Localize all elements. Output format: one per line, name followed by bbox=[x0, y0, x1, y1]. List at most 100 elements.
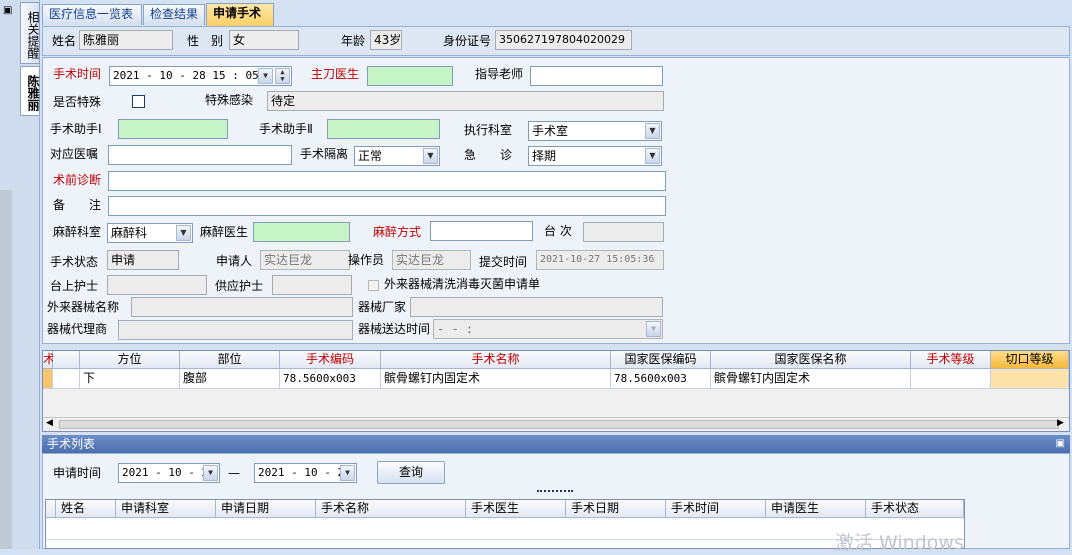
remark-label: 备 注 bbox=[53, 198, 102, 212]
anes-doc-field[interactable] bbox=[253, 222, 350, 242]
grid-header: 切口等级 bbox=[991, 351, 1069, 369]
assist2-label: 手术助手Ⅱ bbox=[259, 122, 313, 136]
diagnosis-field[interactable] bbox=[108, 171, 666, 191]
chevron-down-icon[interactable]: ▼ bbox=[258, 68, 273, 84]
isolation-label: 手术隔离 bbox=[300, 147, 349, 161]
chevron-down-icon: ▼ bbox=[646, 321, 661, 337]
assist2-field[interactable] bbox=[327, 119, 440, 139]
surgery-time-picker[interactable]: 2021 - 10 - 28 15 : 05 ▼ ▲ ▼ bbox=[109, 66, 292, 86]
diagnosis-label: 术前诊断 bbox=[53, 173, 102, 187]
list-header: 手术日期 bbox=[566, 500, 666, 518]
grid-cell[interactable]: 髌骨螺钉内固定术 bbox=[711, 369, 911, 389]
query-button[interactable]: 查询 bbox=[377, 461, 445, 484]
tab-medical-info[interactable]: 医疗信息一览表 bbox=[42, 4, 142, 25]
order-label: 对应医嘱 bbox=[50, 147, 99, 161]
patient-header: 姓名 陈雅丽 性 别 女 年龄 43岁 身份证号 350627197804020… bbox=[42, 26, 1070, 56]
from-date-picker[interactable]: 2021 - 10 - 20 ▼ bbox=[118, 463, 220, 483]
grid-empty-area bbox=[43, 389, 1069, 417]
grid-cell[interactable]: 腹部 bbox=[180, 369, 280, 389]
agent-label: 器械代理商 bbox=[47, 322, 108, 336]
status-field: 申请 bbox=[107, 250, 179, 270]
applicant-label: 申请人 bbox=[216, 254, 253, 268]
order-field[interactable] bbox=[108, 145, 292, 165]
left-sidebar: ▣ 相关提醒 陈雅丽 bbox=[0, 0, 40, 549]
anes-doc-label: 麻醉医生 bbox=[200, 225, 249, 239]
scroll-left-icon[interactable]: ◀ bbox=[46, 418, 53, 428]
to-date-picker[interactable]: 2021 - 10 - 27 ▼ bbox=[254, 463, 357, 483]
chevron-down-icon[interactable]: ▼ bbox=[340, 465, 355, 481]
applicant-field: 实达巨龙 bbox=[260, 250, 350, 270]
from-date-value: 2021 - 10 - 20 bbox=[122, 466, 215, 479]
date-separator: — bbox=[228, 466, 240, 480]
grid-cell[interactable]: 78.5600x003 bbox=[280, 369, 381, 389]
urgent-label: 急 诊 bbox=[464, 148, 513, 162]
row-indicator[interactable] bbox=[43, 369, 53, 389]
gender-field: 女 bbox=[229, 30, 299, 50]
grid-header: 方位 bbox=[80, 351, 180, 369]
urgent-select[interactable]: 择期 ▼ bbox=[528, 146, 662, 166]
tab-apply-surgery[interactable]: 申请手术 bbox=[206, 3, 274, 26]
delivery-picker: - - : ▼ bbox=[433, 319, 663, 339]
splitter-handle[interactable] bbox=[537, 490, 573, 493]
list-empty-row bbox=[46, 518, 964, 540]
infection-field: 待定 bbox=[267, 91, 664, 111]
surgeon-field[interactable] bbox=[367, 66, 453, 86]
isolation-select[interactable]: 正常 ▼ bbox=[354, 146, 440, 166]
grid-header: 部位 bbox=[180, 351, 280, 369]
chevron-down-icon[interactable]: ▼ bbox=[645, 148, 660, 164]
grid-cell[interactable]: 78.5600x003 bbox=[611, 369, 711, 389]
table-nurse-label: 台上护士 bbox=[50, 279, 99, 293]
external-clean-label: 外来器械清洗消毒灭菌申请单 bbox=[384, 277, 541, 291]
tab-exam-results[interactable]: 检查结果 bbox=[143, 4, 205, 25]
mentor-field[interactable] bbox=[530, 66, 663, 86]
external-clean-checkbox[interactable] bbox=[368, 280, 379, 291]
list-header: 申请科室 bbox=[116, 500, 216, 518]
submit-field: 2021-10-27 15:05:36 bbox=[536, 250, 664, 270]
grid-cell[interactable] bbox=[991, 369, 1069, 389]
surgery-grid: 术 方位 部位 手术编码 手术名称 国家医保编码 国家医保名称 手术等级 切口等… bbox=[42, 350, 1070, 432]
infection-label: 特殊感染 bbox=[205, 93, 254, 107]
list-header: 手术时间 bbox=[666, 500, 766, 518]
anes-method-label: 麻醉方式 bbox=[373, 225, 422, 239]
anes-dept-select[interactable]: 麻醉科 ▼ bbox=[107, 223, 193, 243]
anes-method-field[interactable] bbox=[430, 221, 533, 241]
special-checkbox[interactable] bbox=[132, 95, 145, 108]
id-field: 350627197804020029 bbox=[495, 30, 632, 50]
scroll-right-icon[interactable]: ▶ bbox=[1057, 418, 1064, 428]
surgery-time-label: 手术时间 bbox=[53, 67, 102, 81]
list-header bbox=[46, 500, 56, 518]
dept-select[interactable]: 手术室 ▼ bbox=[528, 121, 662, 141]
to-date-value: 2021 - 10 - 27 bbox=[258, 466, 351, 479]
h-scrollbar[interactable]: ◀ ▶ bbox=[43, 417, 1069, 431]
grid-cell[interactable] bbox=[911, 369, 991, 389]
supply-nurse-field bbox=[272, 275, 352, 295]
assist1-field[interactable] bbox=[118, 119, 228, 139]
id-label: 身份证号 bbox=[443, 34, 492, 48]
operator-field: 实达巨龙 bbox=[392, 250, 471, 270]
spin-icon[interactable]: ▲ ▼ bbox=[275, 68, 290, 84]
grid-header: 手术名称 bbox=[381, 351, 611, 369]
list-header: 手术状态 bbox=[866, 500, 964, 518]
grid-cell[interactable]: 下 bbox=[80, 369, 180, 389]
age-field: 43岁 bbox=[370, 30, 402, 50]
chevron-down-icon[interactable]: ▼ bbox=[176, 225, 191, 241]
chevron-down-icon[interactable]: ▼ bbox=[645, 123, 660, 139]
surgeon-label: 主刀医生 bbox=[311, 67, 360, 81]
grid-header: 国家医保编码 bbox=[611, 351, 711, 369]
remark-field[interactable] bbox=[108, 196, 666, 216]
chevron-down-icon[interactable]: ▼ bbox=[203, 465, 218, 481]
surgery-form: 手术时间 2021 - 10 - 28 15 : 05 ▼ ▲ ▼ 主刀医生 指导老师… bbox=[42, 57, 1070, 344]
grid-cell[interactable]: 髌骨螺钉内固定术 bbox=[381, 369, 611, 389]
surgery-time-value: 2021 - 10 - 28 15 : 05 bbox=[113, 69, 259, 82]
grid-cell[interactable] bbox=[53, 369, 80, 389]
pin-icon[interactable]: ▣ bbox=[1056, 435, 1065, 453]
tab-related-reminder[interactable]: 相关提醒 bbox=[20, 2, 40, 64]
pin-icon[interactable]: ▣ bbox=[3, 6, 13, 16]
delivery-label: 器械送达时间 bbox=[358, 322, 431, 336]
list-header: 申请日期 bbox=[216, 500, 316, 518]
maker-label: 器械厂家 bbox=[358, 300, 407, 314]
chevron-down-icon[interactable]: ▼ bbox=[423, 148, 438, 164]
tab-patient-name[interactable]: 陈雅丽 bbox=[20, 66, 40, 116]
dept-value: 手术室 bbox=[532, 124, 569, 138]
h-scroll-thumb[interactable] bbox=[59, 420, 1059, 429]
